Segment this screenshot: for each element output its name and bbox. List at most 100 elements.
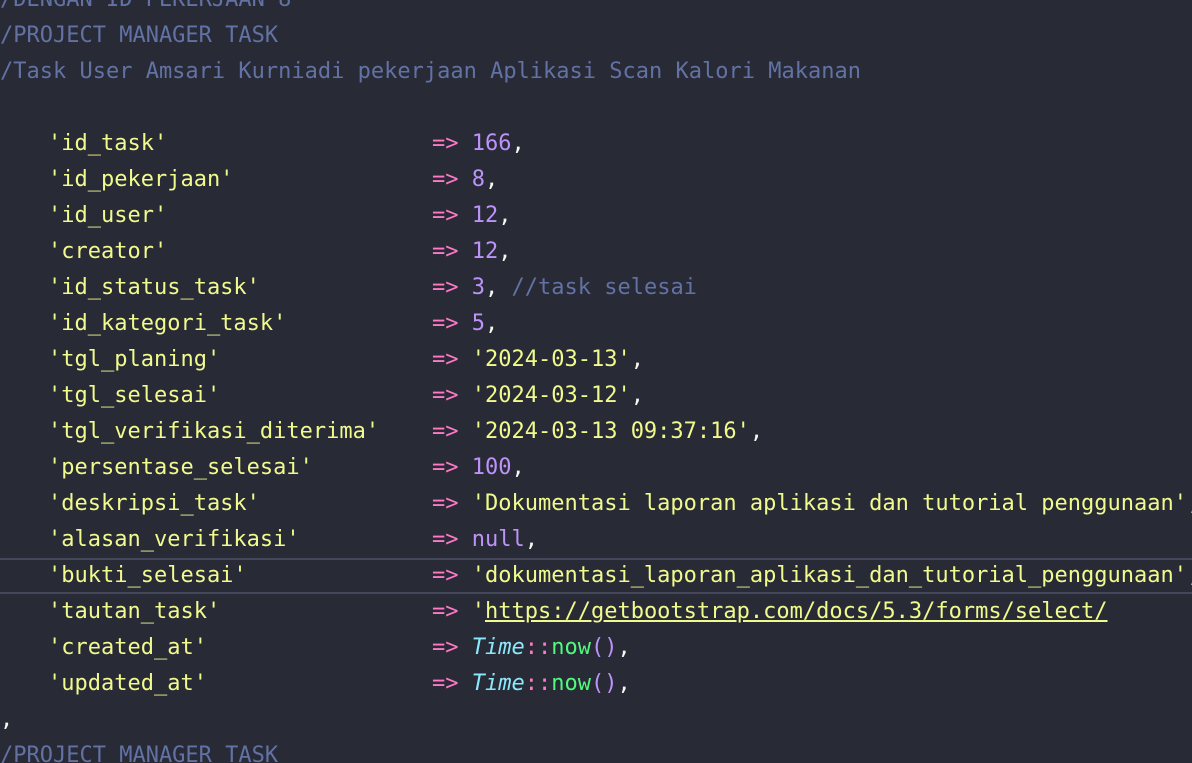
arrow-operator: => xyxy=(432,239,459,264)
array-key: 'tautan_task' xyxy=(48,599,221,624)
code-line[interactable]: 'tgl_planing' => '2024-03-13', xyxy=(0,342,1192,378)
array-key: 'tgl_verifikasi_diterima' xyxy=(48,419,380,444)
comma: , xyxy=(524,527,538,552)
code-line[interactable]: 'id_kategori_task' => 5, xyxy=(0,306,1192,342)
arrow-operator: => xyxy=(432,167,459,192)
comment-line: /Task User Amsari Kurniadi pekerjaan Apl… xyxy=(0,59,861,84)
closing-punctuation: , xyxy=(0,707,14,732)
comma: , xyxy=(485,311,499,336)
array-key: 'id_status_task' xyxy=(48,275,260,300)
arrow-operator: => xyxy=(432,419,459,444)
key-column: 'alasan_verifikasi' xyxy=(48,522,432,558)
comment-line: /PROJECT MANAGER TASK xyxy=(0,23,279,48)
array-value: '2024-03-13 09:37:16' xyxy=(471,419,750,444)
array-key: 'creator' xyxy=(48,239,168,264)
arrow-operator: => xyxy=(432,203,459,228)
method-name: now xyxy=(551,635,591,660)
arrow-operator: => xyxy=(432,599,459,624)
array-value: 12 xyxy=(471,203,499,228)
key-column: 'persentase_selesai' xyxy=(48,450,432,486)
comma: , xyxy=(1187,491,1192,516)
key-column: 'creator' xyxy=(48,234,432,270)
arrow-operator: => xyxy=(432,563,459,588)
array-key: 'id_kategori_task' xyxy=(48,311,287,336)
comma: , xyxy=(485,275,499,300)
array-value: 'dokumentasi_laporan_aplikasi_dan_tutori… xyxy=(471,563,1187,588)
code-editor[interactable]: /DENGAN ID PEKERJAAN 8 /PROJECT MANAGER … xyxy=(0,0,1192,763)
arrow-operator: => xyxy=(432,491,459,516)
string-quote: ' xyxy=(471,599,485,624)
comma: , xyxy=(498,203,512,228)
arrow-operator: => xyxy=(432,671,459,696)
url-link: https://getbootstrap.com/docs/5.3/forms/… xyxy=(485,599,1108,624)
key-column: 'tgl_selesai' xyxy=(48,378,432,414)
key-column: 'id_pekerjaan' xyxy=(48,162,432,198)
comment-line: /DENGAN ID PEKERJAAN 8 xyxy=(0,0,1192,18)
comma: , xyxy=(1187,563,1192,588)
array-value: 'Dokumentasi laporan aplikasi dan tutori… xyxy=(471,491,1187,516)
array-key: 'alasan_verifikasi' xyxy=(48,527,300,552)
array-key: 'tgl_planing' xyxy=(48,347,221,372)
comma: , xyxy=(749,419,764,444)
arrow-operator: => xyxy=(432,347,459,372)
code-line[interactable]: 'id_task' => 166, xyxy=(0,126,1192,162)
arrow-operator: => xyxy=(432,455,459,480)
comma: , xyxy=(617,635,631,660)
array-value: '2024-03-12' xyxy=(471,383,631,408)
comma: , xyxy=(511,131,525,156)
key-column: 'id_kategori_task' xyxy=(48,306,432,342)
code-line[interactable]: 'updated_at' => Time::now(), xyxy=(0,666,1192,702)
code-line[interactable]: 'tautan_task' => 'https://getbootstrap.co… xyxy=(0,594,1192,630)
array-key: 'created_at' xyxy=(48,635,207,660)
key-column: 'updated_at' xyxy=(48,666,432,702)
array-key: 'id_pekerjaan' xyxy=(48,167,234,192)
array-key: 'updated_at' xyxy=(48,671,207,696)
array-value: 3 xyxy=(471,275,485,300)
key-column: 'created_at' xyxy=(48,630,432,666)
key-column: 'id_status_task' xyxy=(48,270,432,306)
key-column: 'deskripsi_task' xyxy=(48,486,432,522)
code-line[interactable]: 'persentase_selesai' => 100, xyxy=(0,450,1192,486)
comma: , xyxy=(498,239,512,264)
code-line[interactable]: 'tgl_selesai' => '2024-03-12', xyxy=(0,378,1192,414)
code-line[interactable]: 'tgl_verifikasi_diterima' => '2024-03-13 … xyxy=(0,414,1192,450)
array-value: 100 xyxy=(471,455,512,480)
arrow-operator: => xyxy=(432,635,459,660)
key-column: 'tautan_task' xyxy=(48,594,432,630)
code-line[interactable]: 'alasan_verifikasi' => null, xyxy=(0,522,1192,558)
array-key: 'persentase_selesai' xyxy=(48,455,313,480)
code-line[interactable]: 'created_at' => Time::now(), xyxy=(0,630,1192,666)
key-column: 'id_user' xyxy=(48,198,432,234)
arrow-operator: => xyxy=(432,527,459,552)
key-column: 'tgl_verifikasi_diterima' xyxy=(48,414,432,450)
code-line[interactable]: 'creator' => 12, xyxy=(0,234,1192,270)
scope-operator: :: xyxy=(524,671,552,696)
key-column: 'id_task' xyxy=(48,126,432,162)
class-name: Time xyxy=(471,635,525,660)
array-key: 'deskripsi_task' xyxy=(48,491,260,516)
comma: , xyxy=(630,383,644,408)
array-key: 'id_user' xyxy=(48,203,168,228)
call-parens: () xyxy=(590,671,618,696)
code-line[interactable]: 'id_status_task' => 3, //task selesai xyxy=(0,270,1192,306)
call-parens: () xyxy=(590,635,618,660)
inline-comment: //task selesai xyxy=(511,275,697,300)
comment-line: /PROJECT MANAGER TASK xyxy=(0,743,279,763)
array-key: 'bukti_selesai' xyxy=(48,563,247,588)
array-value: null xyxy=(471,527,525,552)
array-value: 8 xyxy=(471,167,485,192)
array-value: 166 xyxy=(471,131,512,156)
code-line[interactable]: 'deskripsi_task' => 'Dokumentasi laporan … xyxy=(0,486,1192,522)
array-key: 'id_task' xyxy=(48,131,168,156)
code-line-current[interactable]: 'bukti_selesai' => 'dokumentasi_laporan_a… xyxy=(0,558,1192,594)
code-line[interactable]: 'id_user' => 12, xyxy=(0,198,1192,234)
comma: , xyxy=(485,167,499,192)
array-value: 5 xyxy=(471,311,485,336)
code-line[interactable]: 'id_pekerjaan' => 8, xyxy=(0,162,1192,198)
key-column: 'bukti_selesai' xyxy=(48,560,432,592)
array-key: 'tgl_selesai' xyxy=(48,383,221,408)
comma: , xyxy=(630,347,644,372)
array-value: 12 xyxy=(471,239,499,264)
scope-operator: :: xyxy=(524,635,552,660)
